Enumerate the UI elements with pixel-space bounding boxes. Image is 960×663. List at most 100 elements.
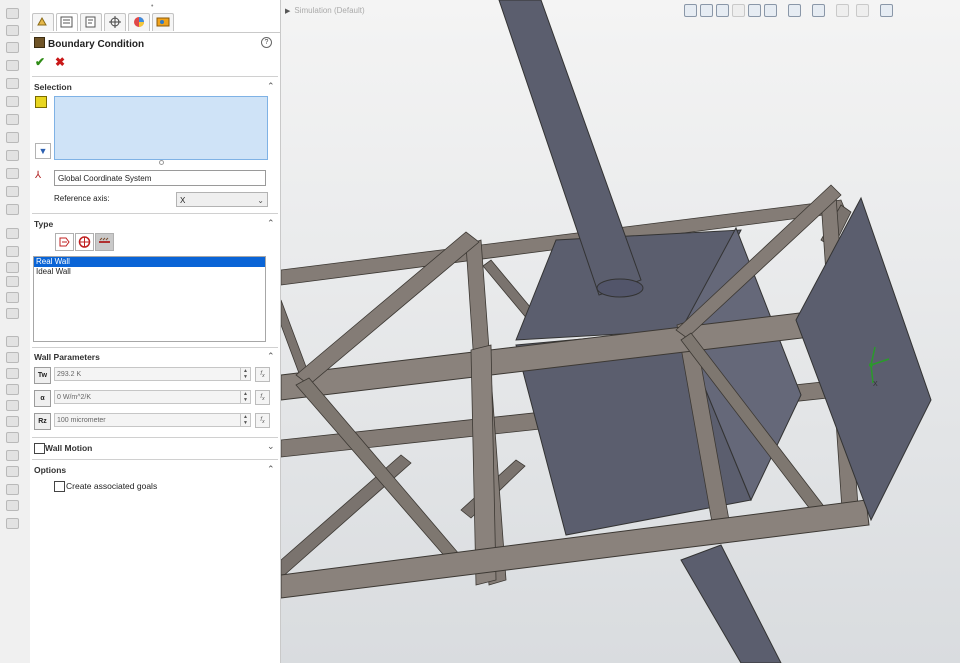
previous-view-icon[interactable] bbox=[716, 4, 729, 17]
command-icon[interactable] bbox=[6, 292, 19, 303]
dependency-button[interactable]: fx bbox=[255, 390, 270, 405]
command-icon[interactable] bbox=[6, 518, 19, 529]
wall-motion-checkbox[interactable] bbox=[34, 443, 45, 454]
help-icon[interactable]: ? bbox=[261, 37, 272, 48]
spin-arrows-icon[interactable]: ▲ ▼ bbox=[240, 414, 250, 426]
command-icon[interactable] bbox=[6, 168, 19, 179]
create-goals-checkbox[interactable] bbox=[54, 481, 65, 492]
command-icon[interactable] bbox=[6, 42, 19, 53]
command-icon[interactable] bbox=[6, 336, 19, 347]
tab-property-manager[interactable] bbox=[56, 13, 78, 31]
zoom-to-area-icon[interactable] bbox=[700, 4, 713, 17]
command-icon[interactable] bbox=[6, 150, 19, 161]
ok-button[interactable]: ✔ bbox=[35, 55, 45, 69]
hide-show-items-icon[interactable] bbox=[812, 4, 825, 17]
command-icon[interactable] bbox=[6, 352, 19, 363]
apply-scene-icon[interactable] bbox=[856, 4, 869, 17]
tab-configuration-manager[interactable] bbox=[80, 13, 102, 31]
command-glyph-icon bbox=[6, 384, 19, 395]
heat-transfer-coefficient-value: 0 W/m^2/K bbox=[57, 394, 92, 401]
command-icon[interactable] bbox=[6, 96, 19, 107]
command-glyph-icon bbox=[6, 500, 19, 511]
tab-flow-analysis[interactable] bbox=[152, 13, 174, 31]
command-icon[interactable] bbox=[6, 450, 19, 461]
command-glyph-icon bbox=[6, 400, 19, 411]
command-icon[interactable] bbox=[6, 368, 19, 379]
wall-temperature-field[interactable]: 293.2 K ▲ ▼ bbox=[54, 367, 251, 381]
command-icon[interactable] bbox=[6, 246, 19, 257]
faces-selection-box[interactable] bbox=[54, 96, 268, 160]
configuration-manager-icon bbox=[85, 16, 96, 28]
command-icon[interactable] bbox=[6, 276, 19, 287]
command-icon[interactable] bbox=[6, 466, 19, 477]
zoom-to-fit-icon[interactable] bbox=[684, 4, 697, 17]
command-icon[interactable] bbox=[6, 308, 19, 319]
panel-gripper[interactable]: • bbox=[151, 3, 153, 10]
diagonal-brace bbox=[295, 377, 472, 576]
inlet-outlet-icon bbox=[59, 237, 70, 247]
flow-analysis-icon bbox=[156, 17, 170, 27]
filter-icon[interactable]: ▼ bbox=[35, 143, 51, 159]
command-icon[interactable] bbox=[6, 8, 19, 19]
command-icon[interactable] bbox=[6, 60, 19, 71]
command-glyph-icon bbox=[6, 246, 19, 257]
command-icon[interactable] bbox=[6, 78, 19, 89]
coordinate-system-field[interactable]: Global Coordinate System bbox=[54, 170, 266, 186]
wall-type-list[interactable]: Real Wall Ideal Wall bbox=[33, 256, 266, 342]
view-settings-icon[interactable] bbox=[880, 4, 893, 17]
command-icon[interactable] bbox=[6, 500, 19, 511]
reference-axis-value: X bbox=[180, 196, 186, 205]
command-icon[interactable] bbox=[6, 186, 19, 197]
collapse-chevron-icon[interactable]: ⌃ bbox=[267, 218, 275, 229]
cancel-button[interactable]: ✖ bbox=[55, 55, 65, 69]
display-style-icon[interactable] bbox=[788, 4, 801, 17]
roughness-field[interactable]: 100 micrometer ▲ ▼ bbox=[54, 413, 251, 427]
spin-arrows-icon[interactable]: ▲ ▼ bbox=[240, 368, 250, 380]
command-icon[interactable] bbox=[6, 204, 19, 215]
dynamic-annotation-icon[interactable] bbox=[748, 4, 761, 17]
spin-arrows-icon[interactable]: ▲ ▼ bbox=[240, 391, 250, 403]
reference-axis-select[interactable]: X ⌄ bbox=[176, 192, 268, 207]
create-goals-label: Create associated goals bbox=[66, 481, 158, 491]
heat-transfer-coefficient-icon: α bbox=[34, 390, 51, 407]
pressure-opening-type-button[interactable] bbox=[75, 233, 94, 251]
truss-model[interactable] bbox=[281, 0, 960, 663]
collapse-chevron-icon[interactable]: ⌃ bbox=[267, 81, 275, 92]
triad-x-label: X bbox=[873, 381, 878, 388]
command-icon[interactable] bbox=[6, 432, 19, 443]
list-item[interactable]: Ideal Wall bbox=[34, 267, 265, 277]
heat-transfer-coefficient-field[interactable]: 0 W/m^2/K ▲ ▼ bbox=[54, 390, 251, 404]
command-icon[interactable] bbox=[6, 484, 19, 495]
collapse-chevron-icon[interactable]: ⌃ bbox=[267, 351, 275, 362]
dependency-button[interactable]: fx bbox=[255, 367, 270, 382]
dependency-button[interactable]: fx bbox=[255, 413, 270, 428]
expand-chevron-icon[interactable]: ⌄ bbox=[267, 441, 275, 452]
command-glyph-icon bbox=[6, 25, 19, 36]
resize-handle[interactable] bbox=[159, 160, 164, 165]
inlet-outlet-type-button[interactable] bbox=[55, 233, 74, 251]
command-glyph-icon bbox=[6, 132, 19, 143]
collapse-chevron-icon[interactable]: ⌃ bbox=[267, 464, 275, 475]
command-icon[interactable] bbox=[6, 114, 19, 125]
command-glyph-icon bbox=[6, 228, 19, 239]
graphics-viewport[interactable]: ▶ Simulation (Default) X bbox=[281, 0, 960, 663]
divider bbox=[32, 213, 278, 214]
expand-arrow-icon[interactable]: ▶ bbox=[285, 8, 290, 15]
view-orientation-icon[interactable] bbox=[764, 4, 777, 17]
tab-feature-manager[interactable] bbox=[32, 13, 54, 31]
command-icon[interactable] bbox=[6, 132, 19, 143]
command-icon[interactable] bbox=[6, 228, 19, 239]
command-icon[interactable] bbox=[6, 384, 19, 395]
wall-type-button[interactable] bbox=[95, 233, 114, 251]
command-icon[interactable] bbox=[6, 416, 19, 427]
list-item[interactable]: Real Wall bbox=[34, 257, 265, 267]
section-view-icon[interactable] bbox=[732, 4, 745, 17]
command-icon[interactable] bbox=[6, 25, 19, 36]
breadcrumb[interactable]: ▶ Simulation (Default) bbox=[285, 6, 365, 15]
command-icon[interactable] bbox=[6, 400, 19, 411]
command-glyph-icon bbox=[6, 336, 19, 347]
tab-dimxpert[interactable] bbox=[104, 13, 126, 31]
command-icon[interactable] bbox=[6, 262, 19, 273]
tab-display-manager[interactable] bbox=[128, 13, 150, 31]
edit-appearance-icon[interactable] bbox=[836, 4, 849, 17]
